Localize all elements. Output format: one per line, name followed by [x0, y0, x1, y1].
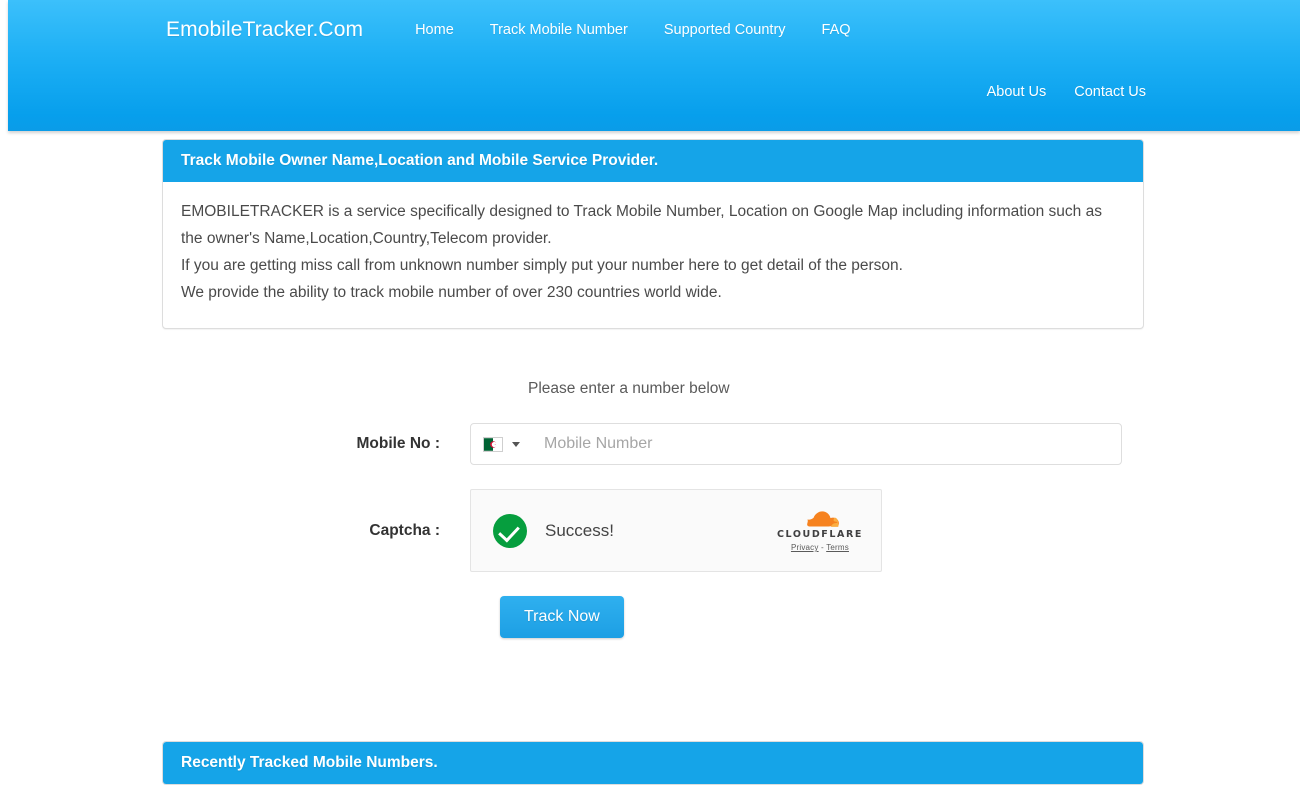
mobile-number-input[interactable]: Mobile Number — [544, 435, 652, 453]
cloudflare-branding: CLOUDFLARE Privacy - Terms — [777, 509, 863, 552]
nav-link-contact-us[interactable]: Contact Us — [1060, 84, 1160, 100]
nav-link-about-us[interactable]: About Us — [973, 84, 1061, 100]
nav-link-supported-country[interactable]: Supported Country — [646, 22, 804, 38]
success-check-icon — [493, 513, 527, 548]
privacy-link[interactable]: Privacy — [791, 543, 819, 552]
country-selector[interactable] — [471, 424, 526, 464]
navbar-primary-row: EmobileTracker.Com Home Track Mobile Num… — [8, 0, 869, 60]
recent-tracked-heading: Recently Tracked Mobile Numbers. — [163, 742, 1143, 784]
recent-tracked-panel: Recently Tracked Mobile Numbers. — [162, 741, 1144, 785]
algeria-flag-icon — [483, 436, 503, 452]
cloudflare-cloud-icon — [807, 511, 839, 527]
navbar-secondary-row: About Us Contact Us — [973, 84, 1160, 100]
track-form: Please enter a number below Mobile No : … — [162, 380, 1162, 638]
cloudflare-wordmark: CLOUDFLARE — [776, 529, 863, 540]
info-line-3: We provide the ability to track mobile n… — [181, 284, 722, 301]
links-separator: - — [821, 543, 824, 552]
info-panel: Track Mobile Owner Name,Location and Mob… — [162, 139, 1144, 329]
info-line-1: EMOBILETRACKER is a service specifically… — [181, 203, 1102, 247]
nav-link-faq[interactable]: FAQ — [804, 22, 869, 38]
mobile-number-label: Mobile No : — [356, 435, 440, 452]
cloudflare-turnstile-widget[interactable]: Success! CLOUDFLARE Privacy - Terms — [470, 489, 882, 572]
nav-link-home[interactable]: Home — [397, 22, 472, 38]
mobile-number-input-group[interactable]: Mobile Number — [470, 423, 1122, 465]
site-navbar: EmobileTracker.Com Home Track Mobile Num… — [8, 0, 1300, 131]
mobile-number-row: Mobile No : Mobile Number — [162, 423, 1162, 465]
terms-link[interactable]: Terms — [826, 543, 849, 552]
info-panel-body: EMOBILETRACKER is a service specifically… — [163, 182, 1143, 328]
track-now-button[interactable]: Track Now — [500, 596, 624, 638]
form-instruction: Please enter a number below — [528, 380, 730, 397]
captcha-status-text: Success! — [545, 520, 614, 540]
captcha-label: Captcha : — [369, 521, 440, 539]
brand-logo[interactable]: EmobileTracker.Com — [166, 18, 363, 42]
chevron-down-icon — [512, 441, 520, 447]
captcha-row: Captcha : Success! CLOUDFLARE Privacy - … — [162, 489, 1162, 572]
info-panel-heading: Track Mobile Owner Name,Location and Mob… — [163, 140, 1143, 182]
info-line-2: If you are getting miss call from unknow… — [181, 257, 903, 274]
nav-link-track-mobile-number[interactable]: Track Mobile Number — [472, 22, 646, 38]
submit-row: Track Now — [162, 596, 1162, 638]
cloudflare-legal-links: Privacy - Terms — [777, 543, 863, 552]
